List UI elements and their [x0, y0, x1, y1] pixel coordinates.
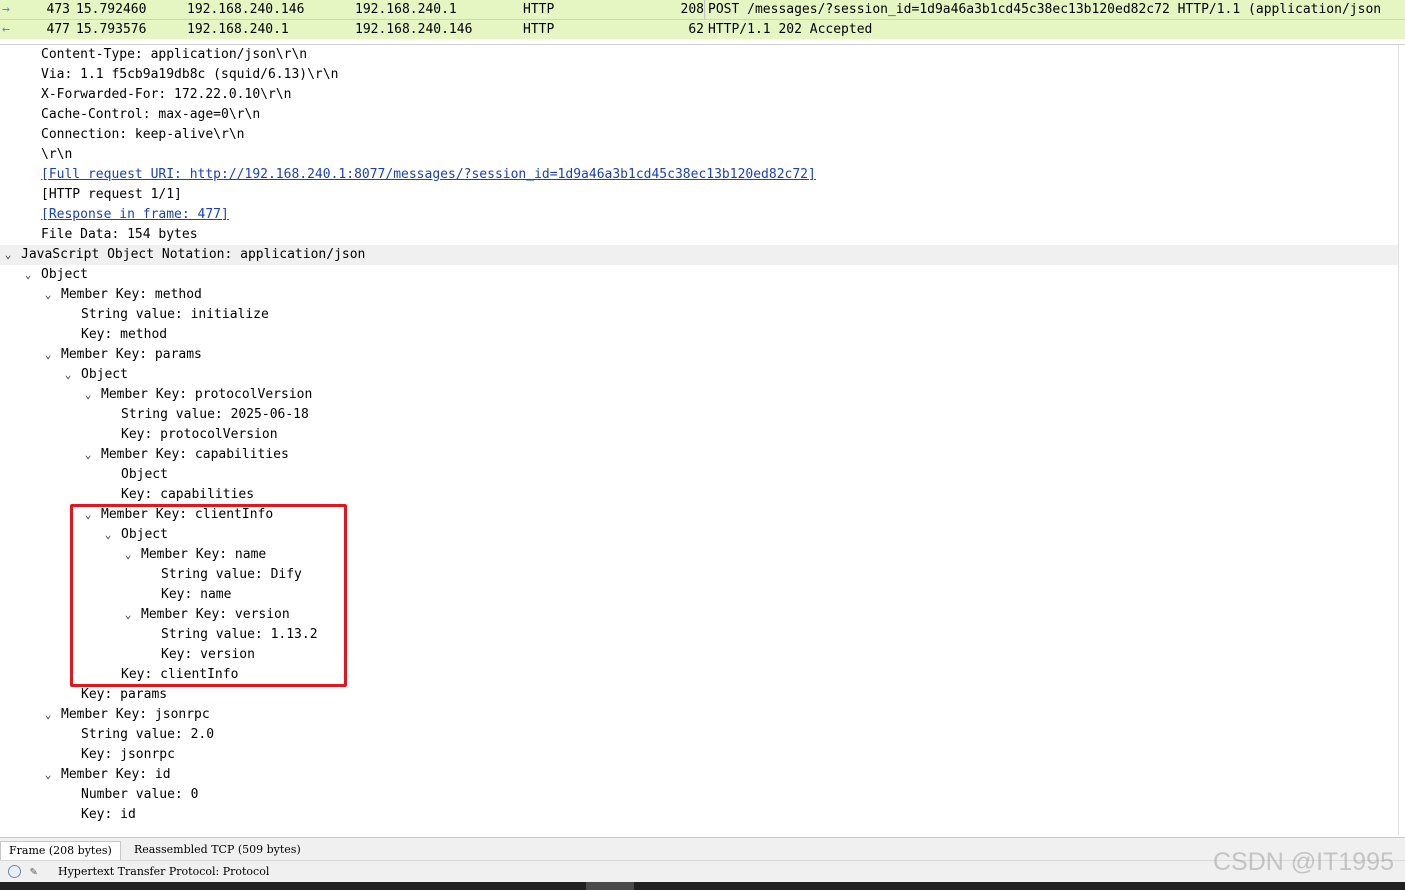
chevron-down-icon[interactable]: ⌄ [2, 245, 14, 265]
tree-item-params-object[interactable]: ⌄ Object [0, 365, 1405, 385]
chevron-down-icon[interactable]: ⌄ [62, 365, 74, 385]
column-divider [704, 0, 705, 19]
packet-source: 192.168.240.1 [187, 22, 289, 37]
packet-time: 15.793576 [76, 22, 147, 37]
tree-item-string-jsonrpc[interactable]: String value: 2.0 [0, 725, 1405, 745]
watermark: CSDN @IT1995 [1213, 848, 1394, 876]
edit-comment-icon[interactable]: ✎ [30, 863, 44, 879]
tree-item-key-protocol[interactable]: Key: protocolVersion [0, 425, 1405, 445]
tree-item-capabilities-object[interactable]: Object [0, 465, 1405, 485]
tree-item-key-capabilities[interactable]: Key: capabilities [0, 485, 1405, 505]
packet-protocol: HTTP [523, 22, 555, 37]
status-bar: ✎ Hypertext Transfer Protocol: Protocol [0, 860, 1405, 883]
ready-indicator-icon[interactable] [8, 865, 21, 878]
packet-row-477[interactable]: ← 477 15.793576 192.168.240.1 192.168.24… [0, 19, 1405, 39]
packet-info: HTTP/1.1 202 Accepted [708, 22, 873, 37]
tree-item-member-method[interactable]: ⌄ Member Key: method [0, 285, 1405, 305]
tree-item-member-params[interactable]: ⌄ Member Key: params [0, 345, 1405, 365]
tree-item-x-forwarded-for[interactable]: X-Forwarded-For: 172.22.0.10\r\n [0, 85, 1405, 105]
packet-number: 473 [46, 2, 70, 17]
taskbar [0, 882, 1405, 890]
tree-item-file-data[interactable]: File Data: 154 bytes [0, 225, 1405, 245]
tree-item-full-request-uri[interactable]: [Full request URI: http://192.168.240.1:… [0, 165, 1405, 185]
packet-destination: 192.168.240.1 [355, 2, 457, 17]
chevron-down-icon[interactable]: ⌄ [82, 385, 94, 405]
vertical-scrollbar[interactable] [1398, 45, 1405, 835]
tree-item-string-protocol[interactable]: String value: 2025-06-18 [0, 405, 1405, 425]
tree-item-key-method[interactable]: Key: method [0, 325, 1405, 345]
tree-item-connection[interactable]: Connection: keep-alive\r\n [0, 125, 1405, 145]
tree-item-member-capabilities[interactable]: ⌄ Member Key: capabilities [0, 445, 1405, 465]
chevron-down-icon[interactable]: ⌄ [22, 265, 34, 285]
packet-row-473[interactable]: → 473 15.792460 192.168.240.146 192.168.… [0, 0, 1405, 19]
tree-item-member-jsonrpc[interactable]: ⌄ Member Key: jsonrpc [0, 705, 1405, 725]
tree-item-via[interactable]: Via: 1.1 f5cb9a19db8c (squid/6.13)\r\n [0, 65, 1405, 85]
full-request-uri-link[interactable]: [Full request URI: http://192.168.240.1:… [41, 165, 816, 185]
tree-item-crlf[interactable]: \r\n [0, 145, 1405, 165]
tree-item-json-root[interactable]: ⌄ JavaScript Object Notation: applicatio… [0, 245, 1405, 265]
tree-item-member-id[interactable]: ⌄ Member Key: id [0, 765, 1405, 785]
tree-item-cache-control[interactable]: Cache-Control: max-age=0\r\n [0, 105, 1405, 125]
tree-item-content-type[interactable]: Content-Type: application/json\r\n [0, 45, 1405, 65]
chevron-down-icon[interactable]: ⌄ [42, 765, 54, 785]
response-in-frame-link[interactable]: [Response in frame: 477] [41, 205, 229, 225]
response-arrow-icon: ← [2, 22, 10, 37]
packet-length: 208 [680, 2, 704, 17]
chevron-down-icon[interactable]: ⌄ [42, 705, 54, 725]
tree-item-http-request[interactable]: [HTTP request 1/1] [0, 185, 1405, 205]
chevron-down-icon[interactable]: ⌄ [42, 285, 54, 305]
tree-item-string-initialize[interactable]: String value: initialize [0, 305, 1405, 325]
request-arrow-icon: → [2, 2, 10, 17]
tab-frame-bytes[interactable]: Frame (208 bytes) [0, 841, 121, 860]
chevron-down-icon[interactable]: ⌄ [42, 345, 54, 365]
tab-reassembled-tcp[interactable]: Reassembled TCP (509 bytes) [126, 841, 309, 859]
chevron-down-icon[interactable]: ⌄ [82, 445, 94, 465]
packet-length: 62 [688, 22, 704, 37]
packet-list: → 473 15.792460 192.168.240.146 192.168.… [0, 0, 1405, 39]
packet-protocol: HTTP [523, 2, 555, 17]
taskbar-button[interactable] [586, 882, 634, 890]
packet-details-tree: Content-Type: application/json\r\n Via: … [0, 45, 1405, 835]
tree-item-key-params[interactable]: Key: params [0, 685, 1405, 705]
status-text: Hypertext Transfer Protocol: Protocol [58, 865, 270, 878]
bytes-pane-tabs: Frame (208 bytes) Reassembled TCP (509 b… [0, 837, 1405, 861]
highlight-annotation-box [70, 504, 347, 687]
tree-item-object[interactable]: ⌄ Object [0, 265, 1405, 285]
packet-number: 477 [46, 22, 70, 37]
tree-item-member-protocol[interactable]: ⌄ Member Key: protocolVersion [0, 385, 1405, 405]
packet-destination: 192.168.240.146 [355, 22, 473, 37]
tree-item-key-id[interactable]: Key: id [0, 805, 1405, 825]
tree-item-response-in-frame[interactable]: [Response in frame: 477] [0, 205, 1405, 225]
tree-item-number-id[interactable]: Number value: 0 [0, 785, 1405, 805]
packet-info: POST /messages/?session_id=1d9a46a3b1cd4… [708, 2, 1382, 17]
tree-item-key-jsonrpc[interactable]: Key: jsonrpc [0, 745, 1405, 765]
packet-time: 15.792460 [76, 2, 147, 17]
packet-source: 192.168.240.146 [187, 2, 305, 17]
